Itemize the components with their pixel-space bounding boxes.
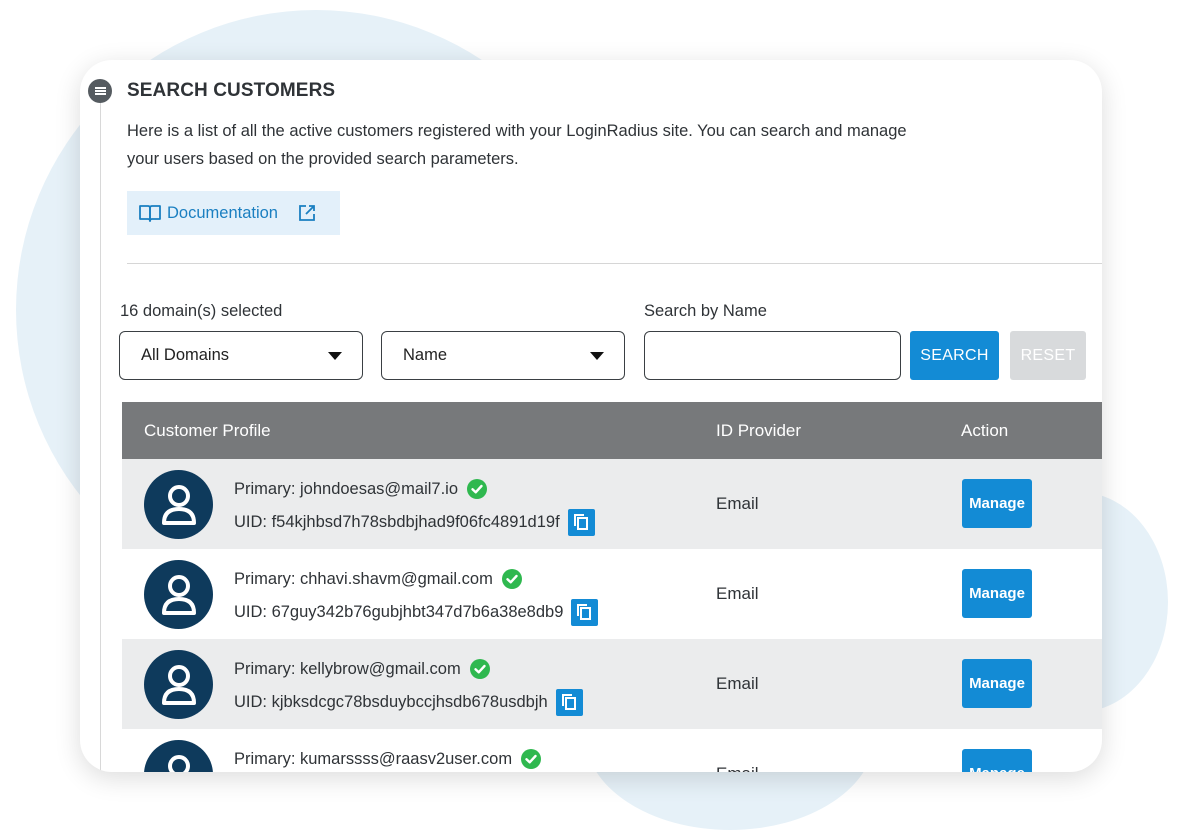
customer-uid: UID: 67guy342b76gubjhbt347d7b6a38e8db9 [234,599,599,626]
page-title: SEARCH CUSTOMERS [127,80,336,101]
verified-check-icon [469,659,490,679]
column-header-provider: ID Provider [716,421,802,440]
avatar [144,470,213,539]
copy-icon[interactable] [571,599,599,626]
id-provider: Email [716,584,759,603]
avatar [144,740,213,772]
manage-button[interactable]: Manage [962,749,1032,772]
search-button[interactable]: SEARCH [910,331,999,380]
id-provider: Email [716,764,759,772]
customer-uid: UID: kjbksdcgc78bsduybccjhsdb678usdbjh [234,689,583,716]
search-customers-panel: SEARCH CUSTOMERS Here is a list of all t… [80,60,1102,772]
caret-down-icon [328,351,342,360]
domains-selected-label: 16 domain(s) selected [120,302,283,320]
primary-email-text: Primary: kumarssss@raasv2user.com [234,749,513,768]
manage-button[interactable]: Manage [962,659,1032,708]
customer-uid-text: UID: 67guy342b76gubjhbt347d7b6a38e8db9 [234,603,564,621]
search-by-label: Search by Name [644,302,767,320]
documentation-label: Documentation [167,203,278,222]
book-icon [139,205,161,222]
primary-email-text: Primary: johndoesas@mail7.io [234,479,459,498]
field-select-value: Name [403,346,448,364]
copy-icon[interactable] [567,509,595,536]
id-provider: Email [716,494,759,513]
table-row: Primary: johndoesas@mail7.io UID: f54kjh… [122,459,1102,549]
primary-email-text: Primary: kellybrow@gmail.com [234,659,461,678]
primary-email-text: Primary: chhavi.shavm@gmail.com [234,569,493,588]
reset-button[interactable]: RESET [1010,331,1086,380]
primary-email: Primary: chhavi.shavm@gmail.com [234,569,522,589]
domain-select[interactable]: All Domains [119,331,363,380]
primary-email: Primary: kumarssss@raasv2user.com [234,749,542,769]
primary-email: Primary: johndoesas@mail7.io [234,479,488,499]
customer-uid-text: UID: kjbksdcgc78bsduybccjhsdb678usdbjh [234,693,548,711]
avatar [144,650,213,719]
documentation-link[interactable]: Documentation [127,191,340,235]
verified-check-icon [467,479,488,499]
copy-icon[interactable] [555,689,583,716]
manage-button[interactable]: Manage [962,479,1032,528]
table-row: Primary: chhavi.shavm@gmail.com UID: 67g… [122,549,1102,639]
table-row: Primary: kumarssss@raasv2user.com Email … [122,729,1102,772]
id-provider: Email [716,674,759,693]
verified-check-icon [501,569,522,589]
field-select[interactable]: Name [381,331,625,380]
manage-button[interactable]: Manage [962,569,1032,618]
caret-down-icon [590,351,604,360]
user-icon [167,754,190,772]
domain-select-value: All Domains [141,346,230,364]
primary-email: Primary: kellybrow@gmail.com [234,659,490,679]
user-icon [161,484,196,525]
table-header: Customer Profile ID Provider Action [122,402,1102,459]
search-input[interactable] [644,331,901,380]
page-description: Here is a list of all the active custome… [127,122,907,168]
table-row: Primary: kellybrow@gmail.com UID: kjbksd… [122,639,1102,729]
avatar [144,560,213,629]
column-header-profile: Customer Profile [144,421,271,440]
column-header-action: Action [961,421,1009,440]
user-icon [161,664,196,705]
verified-check-icon [521,749,542,769]
panel-left-rule [100,100,101,772]
menu-icon[interactable] [88,79,112,103]
customers-table: Customer Profile ID Provider Action Prim… [122,402,1102,772]
customer-uid-text: UID: f54kjhbsd7h78sbdbjhad9f06fc4891d19f [234,513,560,531]
external-link-icon [299,205,315,221]
customer-uid: UID: f54kjhbsd7h78sbdbjhad9f06fc4891d19f [234,509,595,536]
user-icon [161,574,196,615]
section-divider [127,263,1102,264]
